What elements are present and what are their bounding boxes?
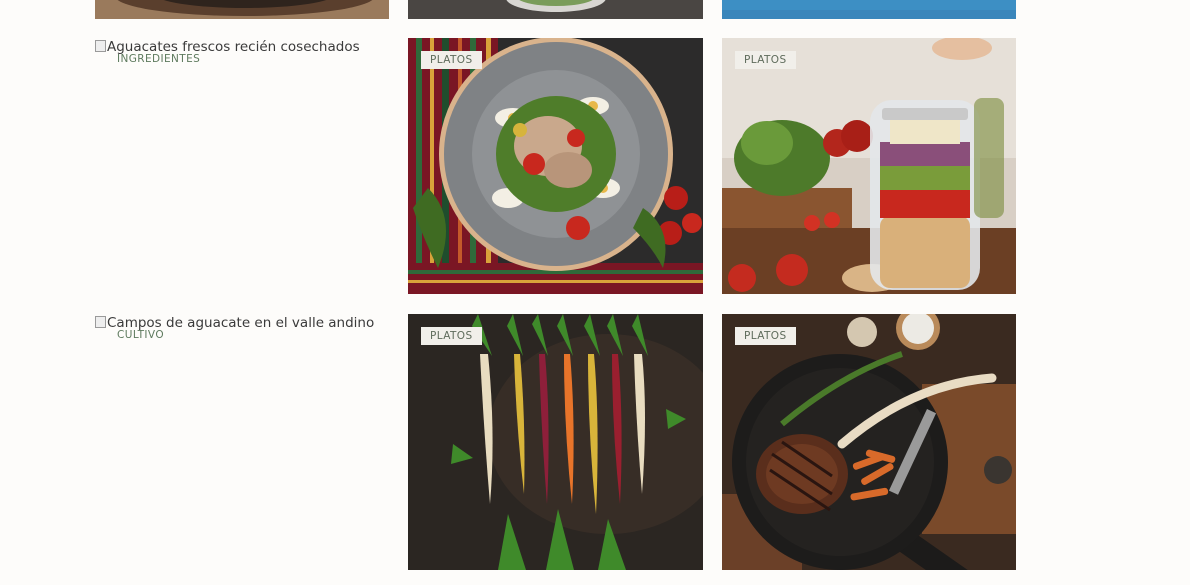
gallery-item-salad-plate[interactable]: PLATOS bbox=[408, 38, 703, 294]
category-badge: PLATOS bbox=[421, 327, 482, 345]
category-badge: PLATOS bbox=[735, 51, 796, 69]
gallery-item-carrots[interactable]: PLATOS bbox=[408, 314, 703, 570]
gallery-item-top-3[interactable] bbox=[722, 0, 1016, 19]
category-badge: PLATOS bbox=[735, 327, 796, 345]
photo-top-2 bbox=[408, 0, 703, 19]
photo-top-1 bbox=[95, 0, 389, 19]
gallery-item-avocado-fields[interactable]: Campos de aguacate en el valle andino CU… bbox=[95, 314, 389, 570]
photo-top-3 bbox=[722, 0, 1016, 19]
jar-photo bbox=[722, 38, 1016, 294]
gallery-item-steak-skillet[interactable]: PLATOS bbox=[722, 314, 1016, 570]
category-label: INGREDIENTES bbox=[117, 53, 201, 65]
gallery-item-top-2[interactable] bbox=[408, 0, 703, 19]
category-badge: PLATOS bbox=[421, 51, 482, 69]
gallery-grid: Aguacates frescos recién cosechados INGR… bbox=[0, 0, 1190, 585]
carrots-photo bbox=[408, 314, 703, 570]
gallery-item-top-1[interactable] bbox=[95, 0, 389, 19]
salad-photo bbox=[408, 38, 703, 294]
gallery-item-avocados[interactable]: Aguacates frescos recién cosechados INGR… bbox=[95, 38, 389, 294]
broken-image-icon bbox=[95, 316, 106, 328]
steak-photo bbox=[722, 314, 1016, 570]
broken-image-icon bbox=[95, 40, 106, 52]
gallery-item-salad-jar[interactable]: PLATOS bbox=[722, 38, 1016, 294]
category-label: CULTIVO bbox=[117, 329, 164, 341]
